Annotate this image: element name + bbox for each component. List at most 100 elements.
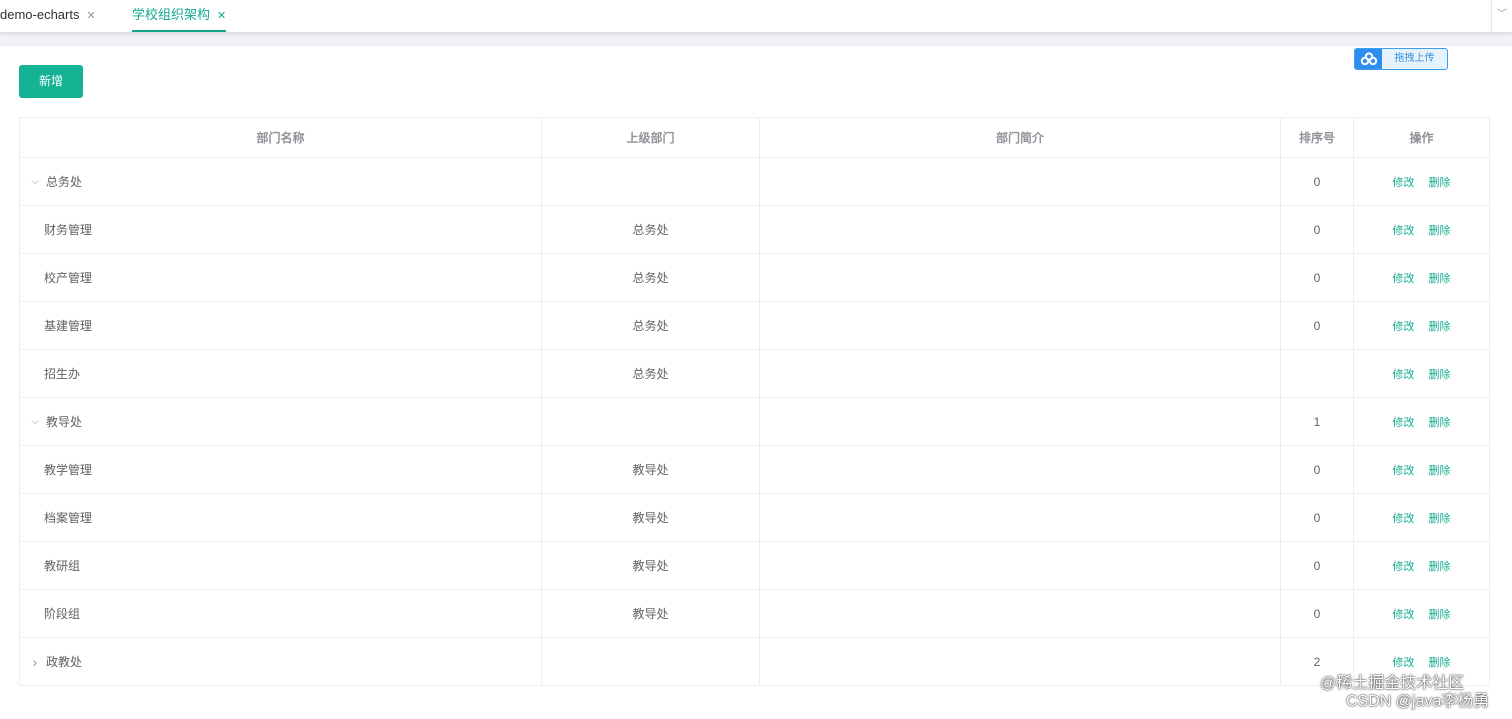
edit-link[interactable]: 修改 — [1393, 321, 1415, 333]
cell-actions: 修改 删除 — [1353, 349, 1490, 398]
cell-order-number: 0 — [1280, 301, 1354, 350]
delete-link[interactable]: 删除 — [1429, 609, 1451, 621]
department-name: 政教处 — [46, 655, 83, 669]
chevron-down-icon[interactable]: ⌵ — [29, 416, 41, 427]
cell-department-name: 教学管理 — [19, 445, 542, 494]
table-row: 招生办 总务处 修改 删除 — [19, 349, 1490, 398]
cell-parent-department: 教导处 — [541, 589, 760, 638]
department-name: 教学管理 — [44, 463, 93, 477]
department-name: 阶段组 — [44, 607, 81, 621]
cell-department-name: 校产管理 — [19, 253, 542, 302]
column-header-name: 部门名称 — [19, 117, 542, 158]
watermark-line-1: @稀土掘金技术社区 — [1320, 675, 1465, 692]
tab-demo-echarts[interactable]: demo-echarts ✕ — [0, 0, 96, 32]
cell-actions: 修改 删除 — [1353, 397, 1490, 446]
cell-description — [759, 589, 1281, 638]
cell-parent-department: 总务处 — [541, 253, 760, 302]
delete-link[interactable]: 删除 — [1429, 657, 1451, 669]
edit-link[interactable]: 修改 — [1393, 225, 1415, 237]
chevron-right-icon[interactable]: › — [29, 654, 41, 670]
department-name-wrap: 基建管理 — [20, 317, 92, 334]
delete-link[interactable]: 删除 — [1429, 465, 1451, 477]
department-name-wrap: 教学管理 — [20, 461, 92, 478]
cell-parent-department: 总务处 — [541, 205, 760, 254]
department-name-wrap: 档案管理 — [20, 509, 92, 526]
cell-order-number: 0 — [1280, 589, 1354, 638]
department-name: 总务处 — [46, 175, 83, 189]
table-row: 基建管理 总务处 0 修改 删除 — [19, 301, 1490, 350]
edit-link[interactable]: 修改 — [1393, 177, 1415, 189]
department-name-wrap: ⌵ 教导处 — [20, 413, 82, 430]
chevron-down-icon[interactable]: ﹀ — [1491, 0, 1512, 32]
cell-order-number: 0 — [1280, 157, 1354, 206]
edit-link[interactable]: 修改 — [1393, 561, 1415, 573]
edit-link[interactable]: 修改 — [1393, 657, 1415, 669]
cell-department-name: › 政教处 — [19, 637, 542, 686]
table-row: ⌵ 教导处 1 修改 删除 — [19, 397, 1490, 446]
close-icon[interactable]: ✕ — [217, 10, 226, 22]
cell-description — [759, 445, 1281, 494]
table-row: 阶段组 教导处 0 修改 删除 — [19, 589, 1490, 638]
chevron-down-icon[interactable]: ⌵ — [29, 176, 41, 187]
delete-link[interactable]: 删除 — [1429, 273, 1451, 285]
delete-link[interactable]: 删除 — [1429, 177, 1451, 189]
department-name: 基建管理 — [44, 319, 93, 333]
cell-order-number — [1280, 349, 1354, 398]
cell-department-name: ⌵ 教导处 — [19, 397, 542, 446]
department-name-wrap: 招生办 — [20, 365, 80, 382]
department-name-wrap: 财务管理 — [20, 221, 92, 238]
edit-link[interactable]: 修改 — [1393, 273, 1415, 285]
cell-description — [759, 253, 1281, 302]
table-row: › 政教处 2 修改 删除 — [19, 637, 1490, 686]
table-header-row: 部门名称 上级部门 部门简介 排序号 操作 — [19, 117, 1490, 158]
cell-department-name: 招生办 — [19, 349, 542, 398]
edit-link[interactable]: 修改 — [1393, 609, 1415, 621]
department-name: 教研组 — [44, 559, 81, 573]
delete-link[interactable]: 删除 — [1429, 561, 1451, 573]
baidu-cloud-icon — [1355, 49, 1382, 69]
table-row: 档案管理 教导处 0 修改 删除 — [19, 493, 1490, 542]
table-row: 校产管理 总务处 0 修改 删除 — [19, 253, 1490, 302]
cell-description — [759, 541, 1281, 590]
edit-link[interactable]: 修改 — [1393, 513, 1415, 525]
column-header-order: 排序号 — [1280, 117, 1354, 158]
tab-school-org[interactable]: 学校组织架构 ✕ — [132, 0, 227, 32]
department-name: 档案管理 — [44, 511, 93, 525]
cell-actions: 修改 删除 — [1353, 253, 1490, 302]
delete-link[interactable]: 删除 — [1429, 321, 1451, 333]
column-header-parent: 上级部门 — [541, 117, 760, 158]
cell-parent-department: 教导处 — [541, 445, 760, 494]
cell-description — [759, 637, 1281, 686]
close-icon[interactable]: ✕ — [86, 10, 95, 22]
department-name: 校产管理 — [44, 271, 93, 285]
table-row: 教学管理 教导处 0 修改 删除 — [19, 445, 1490, 494]
delete-link[interactable]: 删除 — [1429, 225, 1451, 237]
cell-actions: 修改 删除 — [1353, 589, 1490, 638]
cell-actions: 修改 删除 — [1353, 157, 1490, 206]
cell-parent-department — [541, 637, 760, 686]
edit-link[interactable]: 修改 — [1393, 417, 1415, 429]
edit-link[interactable]: 修改 — [1393, 465, 1415, 477]
cell-department-name: ⌵ 总务处 — [19, 157, 542, 206]
delete-link[interactable]: 删除 — [1429, 513, 1451, 525]
cell-actions: 修改 删除 — [1353, 205, 1490, 254]
drag-upload-button[interactable]: 拖拽上传 — [1354, 48, 1448, 70]
edit-link[interactable]: 修改 — [1393, 369, 1415, 381]
cell-description — [759, 349, 1281, 398]
delete-link[interactable]: 删除 — [1429, 369, 1451, 381]
table-row: ⌵ 总务处 0 修改 删除 — [19, 157, 1490, 206]
cell-description — [759, 301, 1281, 350]
column-header-actions: 操作 — [1353, 117, 1490, 158]
delete-link[interactable]: 删除 — [1429, 417, 1451, 429]
cell-order-number: 0 — [1280, 253, 1354, 302]
add-button[interactable]: 新增 — [19, 65, 83, 98]
cell-parent-department: 总务处 — [541, 301, 760, 350]
cell-department-name: 基建管理 — [19, 301, 542, 350]
cell-parent-department: 教导处 — [541, 541, 760, 590]
cell-department-name: 财务管理 — [19, 205, 542, 254]
department-name-wrap: › 政教处 — [20, 653, 82, 670]
tab-bar: demo-echarts ✕ 学校组织架构 ✕ ﹀ — [0, 0, 1512, 33]
department-name-wrap: 阶段组 — [20, 605, 80, 622]
department-name-wrap: ⌵ 总务处 — [20, 173, 82, 190]
cell-actions: 修改 删除 — [1353, 445, 1490, 494]
